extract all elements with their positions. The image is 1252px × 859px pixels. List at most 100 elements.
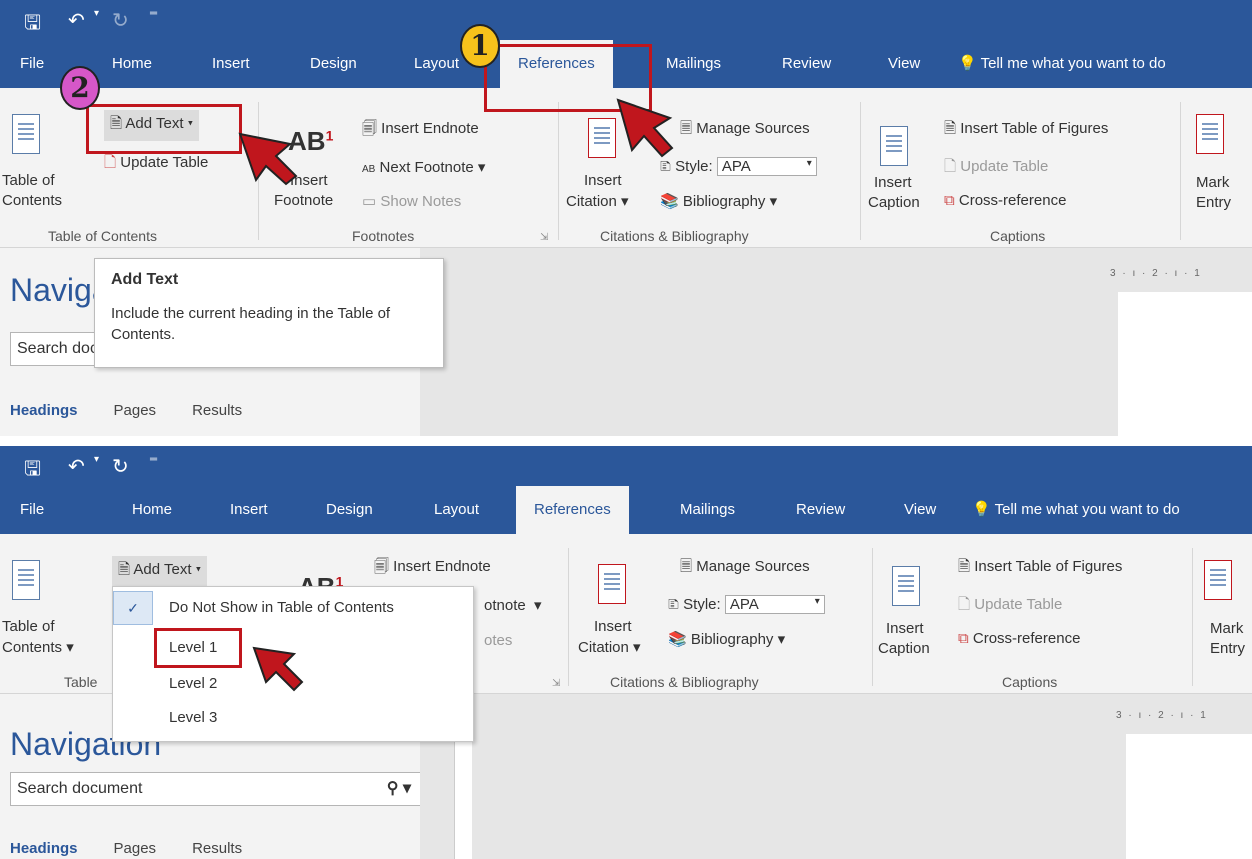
tab-references[interactable]: References bbox=[516, 486, 629, 534]
customize-qat-icon[interactable]: ═ bbox=[150, 454, 157, 465]
group-separator bbox=[872, 548, 873, 686]
nav-tab-pages[interactable]: Pages bbox=[114, 402, 157, 419]
tab-review[interactable]: Review bbox=[782, 40, 831, 88]
show-notes-button[interactable]: ▭ Show Notes bbox=[362, 192, 461, 210]
insert-citation-label-1[interactable]: Insert bbox=[594, 618, 632, 635]
update-table-figures-button[interactable]: 🗋 Update Table bbox=[958, 594, 1062, 619]
endnote-icon: 🗐 bbox=[374, 558, 389, 575]
style-icon: 🗈 bbox=[668, 596, 679, 613]
cross-reference-button[interactable]: ⧉ Cross-reference bbox=[958, 630, 1080, 647]
tell-me-search[interactable]: 💡 Tell me what you want to do bbox=[958, 40, 1166, 88]
add-text-icon: 🗎 bbox=[118, 561, 131, 578]
toc-label-2[interactable]: Contents ▾ bbox=[2, 638, 74, 656]
step-1-badge: 1 bbox=[460, 24, 500, 68]
menu-item-level-3[interactable]: Level 3 bbox=[169, 709, 217, 726]
group-separator bbox=[860, 102, 861, 240]
insert-footnote-label-2[interactable]: Footnote bbox=[274, 192, 333, 209]
tab-view[interactable]: View bbox=[888, 40, 920, 88]
update-table-figures-button[interactable]: 🗋 Update Table bbox=[944, 156, 1048, 181]
tab-mailings[interactable]: Mailings bbox=[680, 486, 735, 534]
group-footnotes: Footnotes bbox=[352, 228, 415, 244]
tab-mailings[interactable]: Mailings bbox=[666, 40, 721, 88]
search-input[interactable]: Search document ⚲ ▾ bbox=[10, 772, 422, 806]
undo-icon[interactable]: ↶ bbox=[68, 454, 85, 479]
undo-icon[interactable]: ↶ bbox=[68, 8, 85, 33]
tab-file[interactable]: File bbox=[20, 40, 44, 88]
insert-caption-label-1[interactable]: Insert bbox=[874, 174, 912, 191]
bibliography-button[interactable]: 📚 Bibliography ▾ bbox=[660, 192, 777, 210]
nav-tab-pages[interactable]: Pages bbox=[114, 840, 157, 857]
cross-reference-icon: ⧉ bbox=[944, 192, 955, 209]
add-text-button[interactable]: 🗎 Add Text ▾ bbox=[112, 556, 208, 587]
screenshot-step-1: 🖫 ↶ ▾ ↻ ═ File Home Insert Design Layout… bbox=[0, 0, 1252, 436]
bibliography-button[interactable]: 📚 Bibliography ▾ bbox=[668, 630, 785, 648]
save-icon[interactable]: 🖫 bbox=[24, 454, 41, 488]
insert-table-of-figures-button[interactable]: 🗎 Insert Table of Figures bbox=[958, 556, 1122, 581]
tell-me-search[interactable]: 💡 Tell me what you want to do bbox=[972, 486, 1180, 534]
tab-insert[interactable]: Insert bbox=[230, 486, 268, 534]
update-table-button[interactable]: 🗋 Update Table bbox=[104, 152, 208, 177]
group-captions: Captions bbox=[1002, 674, 1058, 690]
document-page[interactable] bbox=[1118, 292, 1252, 436]
nav-tab-headings[interactable]: Headings bbox=[10, 402, 78, 419]
style-dropdown[interactable]: APA ▾ bbox=[724, 595, 825, 614]
mark-entry-label-1[interactable]: Mark bbox=[1210, 620, 1243, 637]
nav-tab-results[interactable]: Results bbox=[192, 402, 242, 419]
search-icon[interactable]: ⚲ ▾ bbox=[387, 773, 411, 805]
insert-table-of-figures-button[interactable]: 🗎 Insert Table of Figures bbox=[944, 118, 1108, 143]
style-selector[interactable]: 🗈 Style: APA ▾ bbox=[660, 156, 817, 181]
show-notes-button-partial[interactable]: otes bbox=[484, 632, 512, 649]
insert-caption-label-2[interactable]: Caption bbox=[878, 640, 930, 657]
menu-item-do-not-show[interactable]: Do Not Show in Table of Contents bbox=[169, 599, 394, 616]
manage-sources-button[interactable]: 🗏 Manage Sources bbox=[680, 556, 810, 581]
dialog-launcher-icon[interactable]: ⇲ bbox=[552, 678, 560, 689]
mark-entry-label-1[interactable]: Mark bbox=[1196, 174, 1229, 191]
mark-entry-label-2[interactable]: Entry bbox=[1210, 640, 1245, 657]
save-icon[interactable]: 🖫 bbox=[24, 8, 41, 42]
lightbulb-icon: 💡 bbox=[958, 55, 977, 72]
toc-label-2[interactable]: Contents bbox=[2, 192, 62, 209]
mark-entry-label-2[interactable]: Entry bbox=[1196, 194, 1231, 211]
insert-caption-label-2[interactable]: Caption bbox=[868, 194, 920, 211]
tab-view[interactable]: View bbox=[904, 486, 936, 534]
tab-home[interactable]: Home bbox=[132, 486, 172, 534]
undo-dropdown-icon[interactable]: ▾ bbox=[94, 8, 99, 19]
mark-entry-icon bbox=[1204, 560, 1232, 600]
style-selector[interactable]: 🗈 Style: APA ▾ bbox=[668, 594, 825, 619]
tab-file[interactable]: File bbox=[20, 486, 44, 534]
menu-item-level-2[interactable]: Level 2 bbox=[169, 675, 217, 692]
cross-reference-button[interactable]: ⧉ Cross-reference bbox=[944, 192, 1066, 209]
mark-entry-icon bbox=[1196, 114, 1224, 154]
tab-insert[interactable]: Insert bbox=[212, 40, 250, 88]
redo-icon[interactable]: ↻ bbox=[112, 454, 129, 479]
next-footnote-button-partial[interactable]: otnote ▾ bbox=[484, 596, 542, 614]
customize-qat-icon[interactable]: ═ bbox=[150, 8, 157, 19]
toc-label-1[interactable]: Table of bbox=[2, 172, 55, 189]
nav-tab-results[interactable]: Results bbox=[192, 840, 242, 857]
tab-design[interactable]: Design bbox=[326, 486, 373, 534]
update-table-figures-icon: 🗋 bbox=[958, 596, 971, 613]
insert-caption-label-1[interactable]: Insert bbox=[886, 620, 924, 637]
tab-home[interactable]: Home bbox=[112, 40, 152, 88]
add-text-highlight bbox=[86, 104, 242, 154]
nav-tab-headings[interactable]: Headings bbox=[10, 840, 78, 857]
style-dropdown[interactable]: APA ▾ bbox=[716, 157, 817, 176]
insert-endnote-button[interactable]: 🗐 Insert Endnote bbox=[374, 556, 491, 581]
group-separator bbox=[1180, 102, 1181, 240]
insert-citation-label-2[interactable]: Citation ▾ bbox=[566, 192, 629, 210]
tab-review[interactable]: Review bbox=[796, 486, 845, 534]
undo-dropdown-icon[interactable]: ▾ bbox=[94, 454, 99, 465]
insert-endnote-button[interactable]: 🗐 Insert Endnote bbox=[362, 118, 479, 143]
dialog-launcher-icon[interactable]: ⇲ bbox=[540, 232, 548, 243]
insert-citation-label-1[interactable]: Insert bbox=[584, 172, 622, 189]
redo-icon[interactable]: ↻ bbox=[112, 8, 129, 33]
document-page[interactable] bbox=[1126, 734, 1252, 859]
toc-label-1[interactable]: Table of bbox=[2, 618, 55, 635]
manage-sources-button[interactable]: 🗏 Manage Sources bbox=[680, 118, 810, 143]
tab-layout[interactable]: Layout bbox=[434, 486, 479, 534]
tab-layout[interactable]: Layout bbox=[414, 40, 459, 88]
group-citations: Citations & Bibliography bbox=[610, 674, 759, 690]
insert-citation-label-2[interactable]: Citation ▾ bbox=[578, 638, 641, 656]
tab-design[interactable]: Design bbox=[310, 40, 357, 88]
next-footnote-button[interactable]: AB Next Footnote ▾ bbox=[362, 158, 485, 176]
